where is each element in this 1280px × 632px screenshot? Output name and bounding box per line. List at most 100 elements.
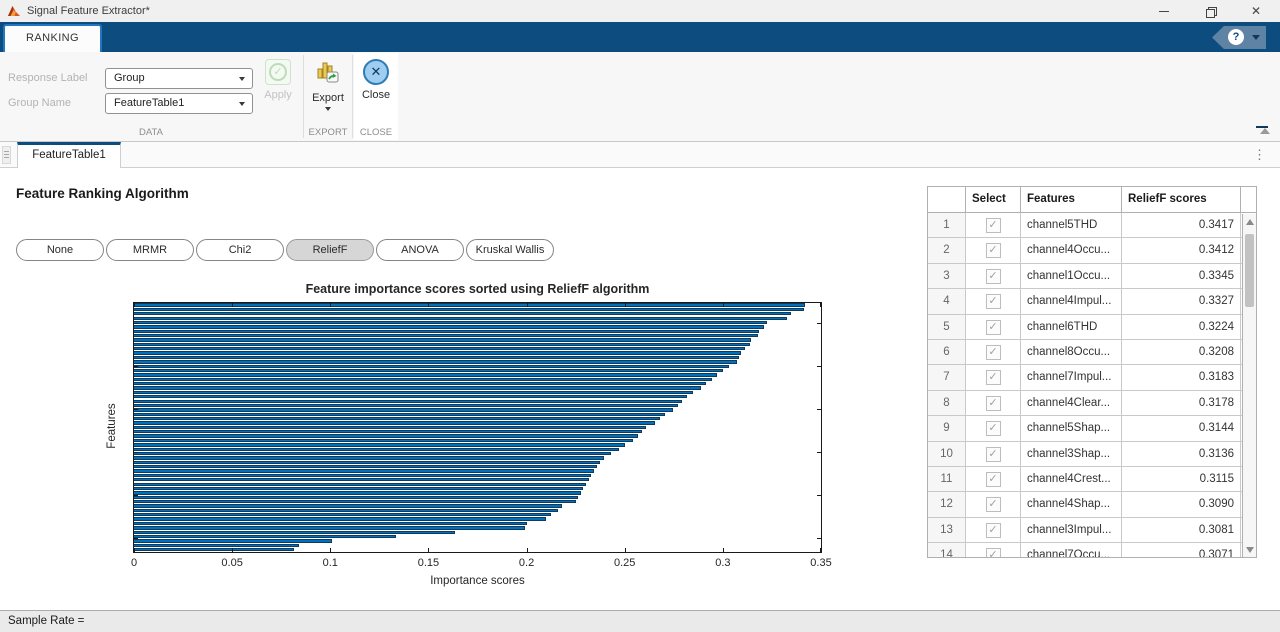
row-checkbox[interactable]: ✓ [986, 396, 1001, 411]
row-select-cell: ✓ [966, 391, 1021, 416]
row-select-cell: ✓ [966, 315, 1021, 340]
row-checkbox[interactable]: ✓ [986, 548, 1001, 558]
bar [134, 513, 551, 516]
row-checkbox[interactable]: ✓ [986, 218, 1001, 233]
x-tick-label: 0.25 [614, 557, 635, 569]
x-axis-tick [820, 303, 821, 307]
y-axis-tick [817, 495, 821, 496]
tab-ranking[interactable]: RANKING [3, 24, 102, 52]
help-button[interactable]: ? [1212, 26, 1266, 49]
row-checkbox[interactable]: ✓ [986, 243, 1001, 258]
bar [134, 334, 758, 337]
x-tick-label: 0.35 [810, 557, 831, 569]
section-label-data: DATA [75, 127, 227, 138]
header-features: Features [1021, 187, 1122, 212]
table-row: 3✓channel1Occu...0.3345 [928, 264, 1256, 289]
row-score: 0.3071 [1122, 543, 1241, 558]
group-name-dropdown[interactable]: FeatureTable1 [105, 93, 253, 114]
bar [134, 526, 525, 529]
row-checkbox[interactable]: ✓ [986, 447, 1001, 462]
row-score: 0.3345 [1122, 264, 1241, 289]
close-window-icon: ✕ [1251, 4, 1261, 18]
scroll-down-icon[interactable] [1246, 547, 1254, 553]
x-axis-tick [232, 548, 233, 552]
panel-grip-handle[interactable] [2, 146, 11, 164]
bar [134, 539, 332, 542]
restore-button[interactable] [1194, 0, 1226, 22]
row-checkbox[interactable]: ✓ [986, 472, 1001, 487]
row-rank: 13 [928, 518, 966, 543]
row-select-cell: ✓ [966, 289, 1021, 314]
chevron-down-icon [239, 102, 245, 106]
table-row: 12✓channel4Shap...0.3090 [928, 492, 1256, 517]
bar [134, 496, 578, 499]
algo-button-relieff[interactable]: ReliefF [286, 239, 374, 261]
algo-button-mrmr[interactable]: MRMR [106, 239, 194, 261]
main-content: Feature Ranking Algorithm NoneMRMRChi2Re… [0, 168, 1280, 610]
row-checkbox[interactable]: ✓ [986, 370, 1001, 385]
row-rank: 12 [928, 492, 966, 517]
table-scrollbar[interactable] [1242, 214, 1256, 558]
row-checkbox[interactable]: ✓ [986, 294, 1001, 309]
minimize-button[interactable] [1148, 0, 1180, 22]
restore-icon [1206, 7, 1215, 16]
bar [134, 487, 583, 490]
algo-button-anova[interactable]: ANOVA [376, 239, 464, 261]
x-axis-tick [723, 548, 724, 552]
bar [134, 478, 589, 481]
bar [134, 325, 764, 328]
algo-button-chi2[interactable]: Chi2 [196, 239, 284, 261]
y-axis-tick [134, 452, 138, 453]
tab-options-kebab-icon[interactable]: ⋮ [1253, 146, 1266, 164]
collapse-ribbon-button[interactable] [1256, 126, 1274, 139]
row-score: 0.3183 [1122, 365, 1241, 390]
export-label: Export [305, 92, 351, 104]
row-checkbox[interactable]: ✓ [986, 345, 1001, 360]
row-rank: 9 [928, 416, 966, 441]
x-axis-tick [330, 303, 331, 307]
y-axis-tick [817, 452, 821, 453]
scroll-up-icon[interactable] [1246, 219, 1254, 225]
bar [134, 312, 791, 315]
row-score: 0.3327 [1122, 289, 1241, 314]
y-axis-tick [134, 409, 138, 410]
apply-button[interactable]: ✓ Apply [258, 53, 298, 140]
row-select-cell: ✓ [966, 238, 1021, 263]
y-axis-label: Features [106, 376, 118, 476]
close-window-button[interactable]: ✕ [1240, 0, 1272, 22]
response-label-dropdown[interactable]: Group [105, 68, 253, 89]
bar [134, 343, 750, 346]
table-scrollbar-thumb[interactable] [1245, 234, 1254, 307]
bar [134, 382, 706, 385]
close-label: Close [354, 89, 398, 101]
row-feature-name: channel6THD [1021, 315, 1122, 340]
table-row: 13✓channel3Impul...0.3081 [928, 518, 1256, 543]
algo-button-none[interactable]: None [16, 239, 104, 261]
bar [134, 531, 455, 534]
table-row: 5✓channel6THD0.3224 [928, 315, 1256, 340]
row-checkbox[interactable]: ✓ [986, 497, 1001, 512]
row-checkbox[interactable]: ✓ [986, 421, 1001, 436]
bar [134, 522, 527, 525]
algo-button-kruskal-wallis[interactable]: Kruskal Wallis [466, 239, 554, 261]
status-bar: Sample Rate = [0, 610, 1280, 632]
row-rank: 4 [928, 289, 966, 314]
group-name-value: FeatureTable1 [114, 97, 184, 109]
row-select-cell: ✓ [966, 416, 1021, 441]
row-select-cell: ✓ [966, 518, 1021, 543]
x-axis-tick [134, 548, 135, 552]
ribbon-toolbar: Response Label Group Name Group FeatureT… [0, 52, 1280, 142]
table-row: 2✓channel4Occu...0.3412 [928, 238, 1256, 263]
y-axis-tick [134, 495, 138, 496]
row-feature-name: channel5THD [1021, 213, 1122, 238]
row-score: 0.3081 [1122, 518, 1241, 543]
x-tick-label: 0.05 [221, 557, 242, 569]
row-select-cell: ✓ [966, 492, 1021, 517]
row-checkbox[interactable]: ✓ [986, 320, 1001, 335]
row-checkbox[interactable]: ✓ [986, 269, 1001, 284]
tab-featuretable1[interactable]: FeatureTable1 [17, 142, 121, 168]
table-row: 7✓channel7Impul...0.3183 [928, 365, 1256, 390]
table-row: 11✓channel4Crest...0.3115 [928, 467, 1256, 492]
bar [134, 303, 805, 306]
row-checkbox[interactable]: ✓ [986, 523, 1001, 538]
